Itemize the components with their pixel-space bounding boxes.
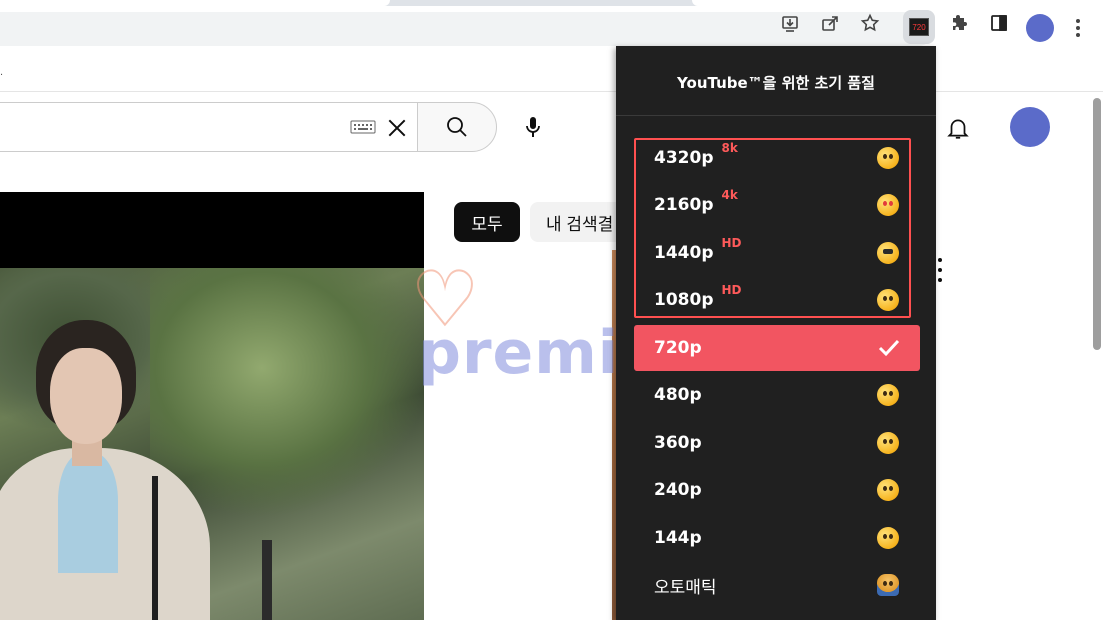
extension-badge: 720 xyxy=(909,18,929,36)
worker-icon xyxy=(877,574,899,596)
chip-all[interactable]: 모두 xyxy=(454,202,520,242)
bookmarks-bar: . xyxy=(0,46,1103,92)
microphone-icon xyxy=(526,117,540,137)
video-player-top[interactable] xyxy=(0,192,424,268)
hand-over-mouth-face-icon xyxy=(877,432,899,454)
persevering-face-icon xyxy=(877,479,899,501)
quality-extension-button[interactable]: 720 xyxy=(903,10,935,44)
browser-toolbar xyxy=(0,6,1103,46)
bell-icon xyxy=(947,119,969,139)
bookmark-star-icon[interactable] xyxy=(855,8,885,38)
quality-option-2160p[interactable]: 2160p 4k xyxy=(634,182,920,228)
kebab-menu-icon[interactable] xyxy=(1068,14,1088,42)
partying-face-icon xyxy=(877,147,899,169)
quality-option-144p[interactable]: 144p xyxy=(634,515,920,561)
share-icon[interactable] xyxy=(815,8,845,38)
search-button[interactable] xyxy=(417,102,497,152)
raised-eyebrow-face-icon xyxy=(877,384,899,406)
quality-option-1440p[interactable]: 1440p HD xyxy=(634,230,920,276)
side-panel-icon[interactable] xyxy=(984,8,1014,38)
video-player[interactable] xyxy=(0,268,424,620)
star-struck-face-icon xyxy=(877,194,899,216)
quality-tag: HD xyxy=(721,283,742,297)
quality-option-720p[interactable]: 720p xyxy=(634,325,920,371)
quality-option-automatic[interactable]: 오토매틱 xyxy=(634,562,920,608)
quality-option-480p[interactable]: 480p xyxy=(634,372,920,418)
account-avatar[interactable] xyxy=(1010,107,1050,147)
quality-option-1080p[interactable]: 1080p HD xyxy=(634,277,920,323)
bookmark-item[interactable]: . xyxy=(0,66,3,78)
quality-option-360p[interactable]: 360p xyxy=(634,420,920,466)
quality-tag: 8k xyxy=(721,141,738,155)
voice-search-button[interactable] xyxy=(512,106,554,148)
extensions-puzzle-icon[interactable] xyxy=(945,8,975,38)
quality-option-4320p[interactable]: 4320p 8k xyxy=(634,135,920,181)
divider xyxy=(616,115,936,116)
scrollbar-thumb[interactable] xyxy=(1093,98,1101,350)
smiling-face-icon xyxy=(877,289,899,311)
sunglasses-face-icon xyxy=(877,242,899,264)
checkmark-icon xyxy=(878,339,900,357)
crying-face-icon xyxy=(877,527,899,549)
quality-tag: 4k xyxy=(721,188,738,202)
profile-avatar[interactable] xyxy=(1026,14,1054,42)
notifications-button[interactable] xyxy=(938,108,978,148)
clear-search-icon[interactable] xyxy=(383,114,411,142)
quality-tag: HD xyxy=(721,236,742,250)
quality-option-240p[interactable]: 240p xyxy=(634,467,920,513)
popup-title: YouTube™을 위한 초기 품질 xyxy=(677,74,875,92)
quality-popup: YouTube™을 위한 초기 품질 4320p 8k 2160p 4k 144… xyxy=(616,46,936,620)
install-icon[interactable] xyxy=(775,8,805,38)
keyboard-icon[interactable] xyxy=(350,114,376,140)
search-icon xyxy=(447,117,467,137)
